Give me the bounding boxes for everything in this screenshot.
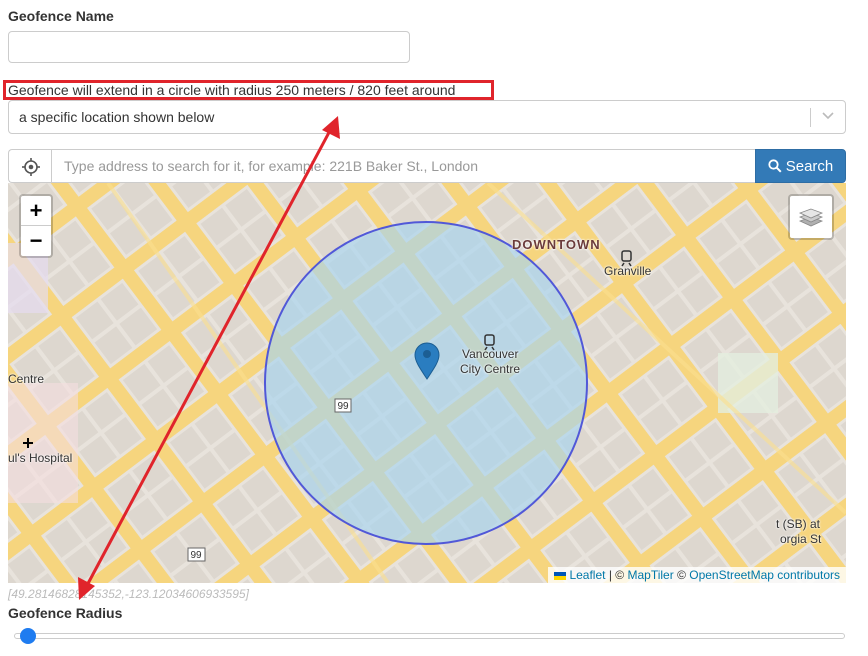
- geofence-name-label: Geofence Name: [8, 8, 114, 24]
- map-attribution: Leaflet | © MapTiler © OpenStreetMap con…: [548, 567, 846, 583]
- radius-description: Geofence will extend in a circle with ra…: [3, 80, 494, 100]
- layers-button[interactable]: [788, 194, 834, 240]
- radius-slider-thumb[interactable]: [20, 628, 37, 644]
- osm-link[interactable]: OpenStreetMap contributors: [689, 568, 840, 582]
- zoom-out-button[interactable]: −: [21, 226, 51, 255]
- map-label-centre: Centre: [8, 372, 45, 386]
- geofence-radius-label: Geofence Radius: [8, 605, 123, 621]
- select-value: a specific location shown below: [19, 109, 215, 125]
- map-tiles[interactable]: 99 99: [8, 183, 846, 583]
- attribution-separator: |: [608, 568, 612, 582]
- layers-icon: [798, 208, 824, 227]
- search-icon: [768, 159, 782, 173]
- address-search-bar: Search: [8, 149, 846, 183]
- geofence-name-input[interactable]: [8, 31, 410, 63]
- radius-slider-track[interactable]: [14, 633, 845, 639]
- highway-shield-99-south: 99: [190, 550, 202, 561]
- zoom-control: + −: [19, 194, 53, 258]
- crosshair-icon: [22, 158, 40, 176]
- maptiler-copyright: ©: [615, 568, 625, 582]
- osm-copyright: ©: [677, 568, 686, 582]
- map-label-orgia: orgia St: [780, 532, 822, 546]
- map-label-vancouver: Vancouver: [462, 347, 519, 361]
- map-view[interactable]: 99 99 + − DOWNTOWN Granville Vancouver C…: [8, 183, 846, 583]
- zoom-in-button[interactable]: +: [21, 196, 51, 226]
- geofence-circle: [264, 221, 588, 545]
- search-button[interactable]: Search: [755, 149, 846, 183]
- ukraine-flag-icon: [554, 571, 567, 580]
- map-label-sb-at: t (SB) at: [776, 517, 821, 531]
- leaflet-link[interactable]: Leaflet: [569, 568, 605, 582]
- maptiler-link[interactable]: MapTiler: [627, 568, 673, 582]
- location-mode-select[interactable]: a specific location shown below: [8, 100, 846, 134]
- map-label-granville: Granville: [604, 264, 652, 278]
- map-label-downtown: DOWNTOWN: [512, 237, 601, 252]
- locate-button[interactable]: [8, 149, 51, 183]
- chevron-down-icon[interactable]: [820, 107, 836, 123]
- map-label-hospital: ul's Hospital: [8, 451, 73, 465]
- select-separator: [810, 108, 811, 127]
- marker-coordinates: [49.28146828145352,-123.12034606933595]: [8, 587, 249, 601]
- address-search-input[interactable]: [51, 149, 756, 183]
- search-button-label: Search: [785, 157, 834, 175]
- highway-shield-99: 99: [337, 401, 349, 412]
- map-label-city-centre: City Centre: [460, 362, 521, 376]
